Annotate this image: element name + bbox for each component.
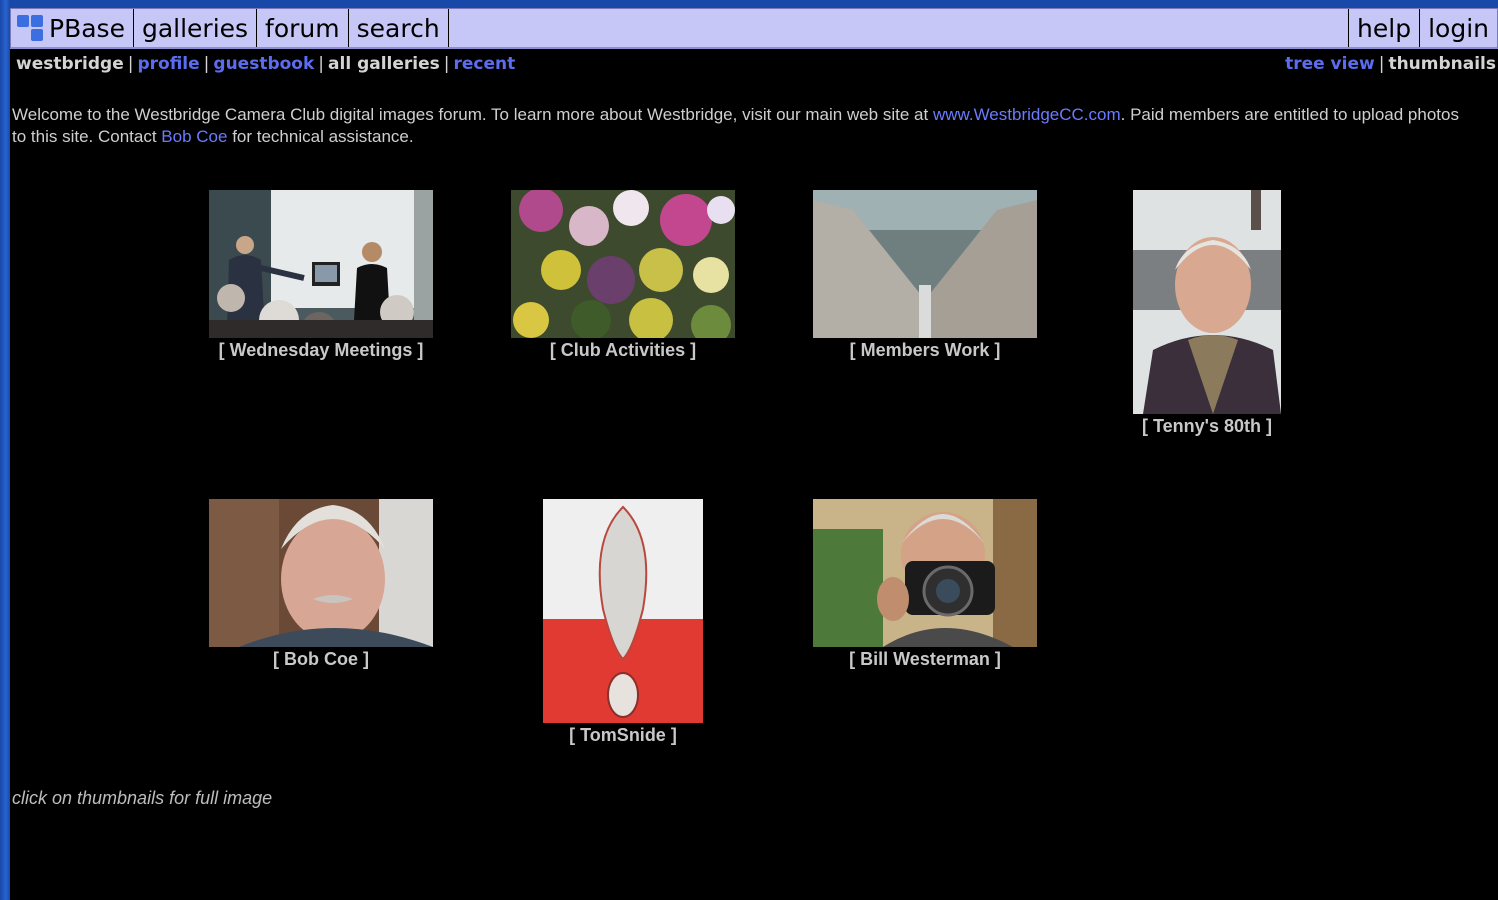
pbase-logo-icon xyxy=(17,15,43,41)
flowers-photo-icon[interactable] xyxy=(511,190,735,338)
portrait-photo-icon[interactable] xyxy=(209,499,433,647)
gallery-caption[interactable]: [ Tenny's 80th ] xyxy=(1133,416,1281,437)
camera-selfie-photo-icon[interactable] xyxy=(813,499,1037,647)
intro-text-3: for technical assistance. xyxy=(227,127,414,146)
presentation-photo-icon[interactable] xyxy=(209,190,433,338)
droplet-photo-icon[interactable] xyxy=(543,499,703,723)
top-navbar: PBase galleries forum search help login xyxy=(10,8,1498,49)
gallery-members-work[interactable]: [ Members Work ] xyxy=(813,190,1037,361)
website-link[interactable]: www.WestbridgeCC.com xyxy=(933,105,1121,124)
gallery-caption[interactable]: [ Bill Westerman ] xyxy=(813,649,1037,670)
profile-link[interactable]: profile xyxy=(137,54,199,74)
tree-view-link[interactable]: tree view xyxy=(1285,54,1375,74)
pbase-home-link[interactable]: PBase xyxy=(11,9,134,47)
intro-text: Welcome to the Westbridge Camera Club di… xyxy=(12,104,1472,148)
gallery-wednesday-meetings[interactable]: [ Wednesday Meetings ] xyxy=(209,190,433,361)
nav-forum[interactable]: forum xyxy=(257,9,349,47)
gallery-club-activities[interactable]: [ Club Activities ] xyxy=(511,190,735,361)
gallery-tennys-80th[interactable]: [ Tenny's 80th ] xyxy=(1133,190,1281,437)
contact-link[interactable]: Bob Coe xyxy=(161,127,227,146)
sub-navbar: westbridge | profile | guestbook | all galleri… xyxy=(16,54,1496,74)
username: westbridge xyxy=(16,54,124,74)
recent-link[interactable]: recent xyxy=(454,54,516,74)
gallery-caption[interactable]: [ Bob Coe ] xyxy=(209,649,433,670)
gallery-bill-westerman[interactable]: [ Bill Westerman ] xyxy=(813,499,1037,670)
nav-search[interactable]: search xyxy=(349,9,449,47)
footer-note: click on thumbnails for full image xyxy=(12,788,273,808)
nav-help[interactable]: help xyxy=(1349,9,1421,47)
gallery-caption[interactable]: [ TomSnide ] xyxy=(543,725,703,746)
gallery-tomsnide[interactable]: [ TomSnide ] xyxy=(543,499,703,746)
nav-login[interactable]: login xyxy=(1420,9,1497,47)
nav-spacer xyxy=(449,9,1350,47)
gallery-caption[interactable]: [ Members Work ] xyxy=(813,340,1037,361)
guestbook-link[interactable]: guestbook xyxy=(213,54,314,74)
page: PBase galleries forum search help login … xyxy=(10,8,1498,900)
thumbnails-label: thumbnails xyxy=(1388,54,1496,74)
portrait-photo-icon[interactable] xyxy=(1133,190,1281,414)
gallery-caption[interactable]: [ Wednesday Meetings ] xyxy=(209,340,433,361)
abstract-photo-icon[interactable] xyxy=(813,190,1037,338)
nav-galleries[interactable]: galleries xyxy=(134,9,258,47)
intro-text-1: Welcome to the Westbridge Camera Club di… xyxy=(12,105,933,124)
all-galleries-label[interactable]: all galleries xyxy=(328,54,440,74)
gallery-caption[interactable]: [ Club Activities ] xyxy=(511,340,735,361)
brand-label: PBase xyxy=(49,13,125,43)
gallery-bob-coe[interactable]: [ Bob Coe ] xyxy=(209,499,433,670)
